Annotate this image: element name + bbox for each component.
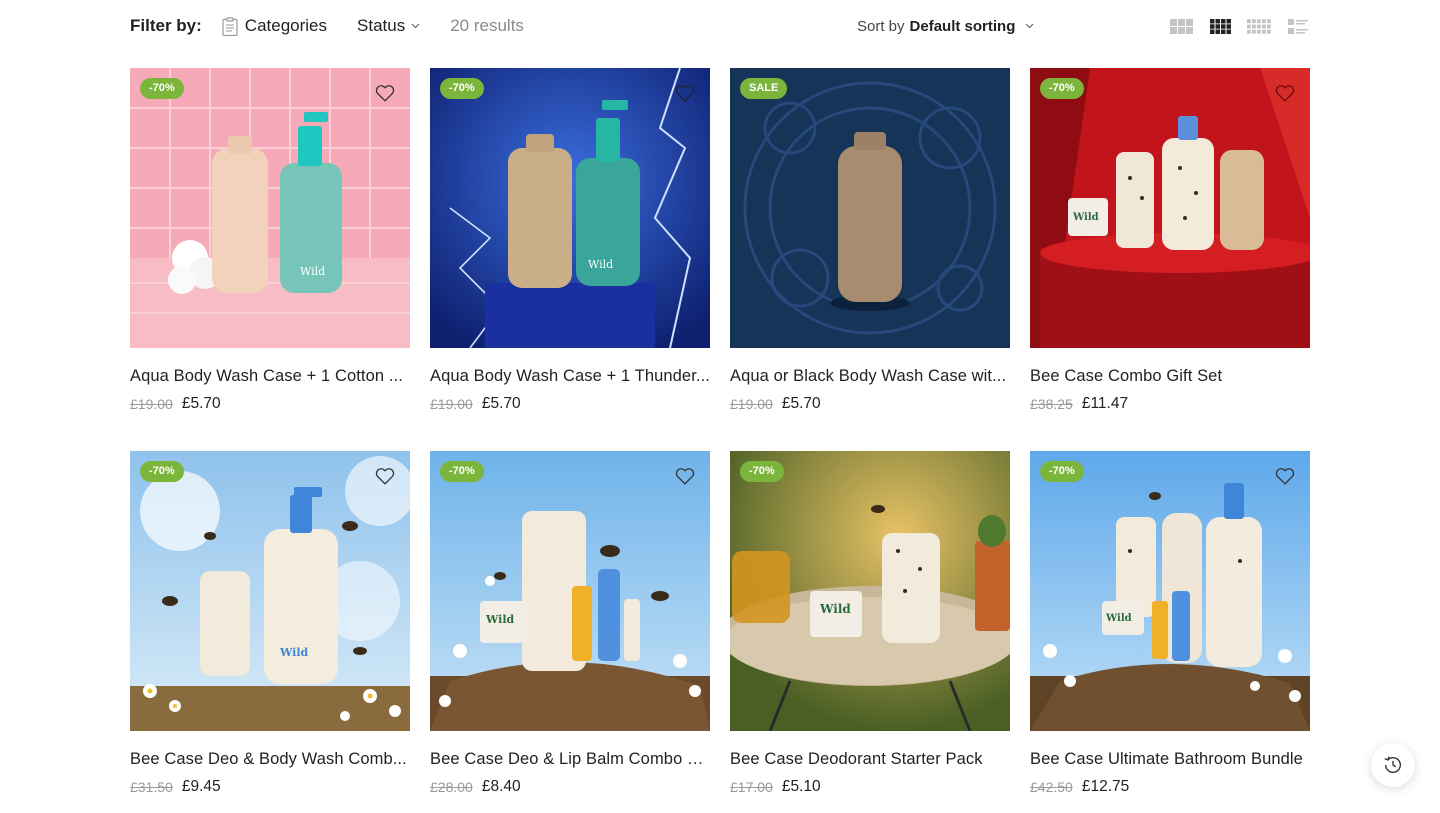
product-price: £28.00 £8.40	[430, 778, 710, 796]
product-image[interactable]: Wild -70%	[1030, 451, 1310, 731]
heart-icon[interactable]	[374, 82, 396, 104]
svg-text:Wild: Wild	[485, 613, 515, 626]
product-card: Wild -70% Bee Case Deo & Body Wash Comb.…	[130, 451, 410, 813]
product-image[interactable]: Wild -70%	[130, 451, 410, 731]
svg-text:Wild: Wild	[588, 258, 613, 271]
original-price: £19.00	[730, 396, 773, 412]
discount-badge: -70%	[140, 78, 184, 99]
product-card: Wild -70% Bee Case Ultimate Bathroom Bun…	[1030, 451, 1310, 813]
discount-badge: -70%	[1040, 461, 1084, 482]
original-price: £19.00	[430, 396, 473, 412]
sale-badge: SALE	[740, 78, 788, 99]
product-image[interactable]: Wild -70%	[730, 451, 1010, 731]
discount-badge: -70%	[1040, 78, 1084, 99]
product-price: £19.00 £5.70	[730, 395, 1010, 413]
original-price: £28.00	[430, 779, 473, 795]
product-image[interactable]: Wild -70%	[1030, 68, 1310, 348]
product-price: £17.00 £5.10	[730, 778, 1010, 796]
discount-badge: -70%	[440, 78, 484, 99]
product-price: £38.25 £11.47	[1030, 395, 1310, 413]
original-price: £38.25	[1030, 396, 1073, 412]
grid-3-icon[interactable]	[1169, 17, 1193, 35]
sale-price: £12.75	[1081, 778, 1130, 795]
product-title[interactable]: Aqua Body Wash Case + 1 Cotton ...	[130, 367, 410, 386]
heart-icon[interactable]	[1274, 82, 1296, 104]
sort-value: Default sorting	[909, 17, 1016, 35]
product-image[interactable]: SALE	[730, 68, 1010, 348]
product-card: Wild -70% Bee Case Deodorant Starter Pac…	[730, 451, 1010, 813]
heart-icon[interactable]	[674, 82, 696, 104]
product-image[interactable]: Wild -70%	[430, 68, 710, 348]
sale-price: £9.45	[181, 778, 221, 795]
product-title[interactable]: Bee Case Deo & Body Wash Comb...	[130, 750, 410, 769]
product-title[interactable]: Bee Case Ultimate Bathroom Bundle	[1030, 750, 1310, 769]
product-card: Wild -70% Aqua Body Wash Case + 1 Thunde…	[430, 68, 710, 451]
sale-price: £5.70	[181, 395, 221, 412]
svg-text:Wild: Wild	[300, 265, 325, 278]
original-price: £42.50	[1030, 779, 1073, 795]
heart-icon[interactable]	[374, 465, 396, 487]
clipboard-icon	[222, 16, 238, 36]
list-view-icon[interactable]	[1286, 17, 1310, 35]
product-card: SALE Aqua or Black Body Wash Case wit...…	[730, 68, 1010, 451]
chevron-down-icon	[1025, 23, 1034, 29]
history-button[interactable]	[1371, 743, 1415, 787]
original-price: £17.00	[730, 779, 773, 795]
sale-price: £5.10	[781, 778, 821, 795]
categories-label: Categories	[244, 16, 328, 35]
results-count: 20 results	[450, 16, 524, 35]
sale-price: £8.40	[481, 778, 521, 795]
status-filter-button[interactable]: Status	[357, 16, 420, 36]
product-title[interactable]: Bee Case Deo & Lip Balm Combo S...	[430, 750, 710, 769]
grid-5-icon[interactable]	[1247, 17, 1271, 35]
product-price: £19.00 £5.70	[430, 395, 710, 413]
shop-toolbar: Filter by: Categories Status 20 results …	[130, 0, 1310, 52]
product-title[interactable]: Aqua Body Wash Case + 1 Thunder...	[430, 367, 710, 386]
product-image[interactable]: Wild -70%	[130, 68, 410, 348]
svg-text:Wild: Wild	[279, 646, 309, 659]
svg-text:Wild: Wild	[1072, 212, 1099, 223]
sort-prefix: Sort by	[857, 17, 905, 35]
heart-icon[interactable]	[674, 465, 696, 487]
sort-dropdown[interactable]: Sort by Default sorting	[857, 18, 1034, 35]
product-grid: Wild -70% Aqua Body Wash Case + 1 Cotton…	[130, 68, 1310, 813]
product-price: £42.50 £12.75	[1030, 778, 1310, 796]
sale-price: £5.70	[781, 395, 821, 412]
product-image[interactable]: Wild -70%	[430, 451, 710, 731]
product-price: £31.50 £9.45	[130, 778, 410, 796]
product-card: Wild -70% Bee Case Deo & Lip Balm Combo …	[430, 451, 710, 813]
product-price: £19.00 £5.70	[130, 395, 410, 413]
svg-text:Wild: Wild	[1105, 613, 1132, 624]
svg-text:Wild: Wild	[819, 602, 851, 616]
original-price: £19.00	[130, 396, 173, 412]
discount-badge: -70%	[740, 461, 784, 482]
status-label: Status	[357, 16, 406, 35]
product-title[interactable]: Bee Case Deodorant Starter Pack	[730, 750, 1010, 769]
sale-price: £11.47	[1081, 395, 1129, 412]
original-price: £31.50	[130, 779, 173, 795]
discount-badge: -70%	[440, 461, 484, 482]
sale-price: £5.70	[481, 395, 521, 412]
categories-filter-button[interactable]: Categories	[222, 16, 327, 36]
chevron-down-icon	[411, 23, 420, 29]
product-card: Wild -70% Aqua Body Wash Case + 1 Cotton…	[130, 68, 410, 451]
filter-label: Filter by:	[130, 16, 202, 35]
discount-badge: -70%	[140, 461, 184, 482]
heart-icon[interactable]	[1274, 465, 1296, 487]
product-title[interactable]: Aqua or Black Body Wash Case wit...	[730, 367, 1010, 386]
view-switcher	[1154, 17, 1310, 35]
product-title[interactable]: Bee Case Combo Gift Set	[1030, 367, 1310, 386]
grid-4-icon[interactable]	[1208, 17, 1232, 35]
product-card: Wild -70% Bee Case Combo Gift Set £38.25…	[1030, 68, 1310, 451]
history-icon	[1384, 756, 1401, 774]
